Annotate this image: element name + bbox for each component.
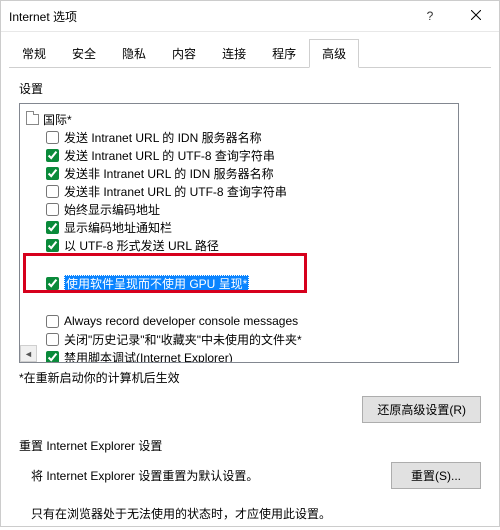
option-label: 以 UTF-8 形式发送 URL 路径 [64,237,219,254]
option-utf8-intranet[interactable]: 发送 Intranet URL 的 UTF-8 查询字符串 [44,146,456,164]
option-label: 关闭"历史记录"和"收藏夹"中未使用的文件夹* [64,331,302,348]
help-icon: ? [427,9,434,23]
option-idn-intranet[interactable]: 发送 Intranet URL 的 IDN 服务器名称 [44,128,456,146]
reset-button[interactable]: 重置(S)... [391,462,481,489]
reset-section: 重置 Internet Explorer 设置 将 Internet Explo… [19,437,481,522]
tab-content[interactable]: 内容 [159,39,209,68]
reset-warning: 只有在浏览器处于无法使用的状态时，才应使用此设置。 [19,505,481,522]
option-disable-script-debug[interactable]: 禁用脚本调试(Internet Explorer) [44,348,456,363]
group-label: 国际* [43,111,72,128]
settings-label: 设置 [19,80,481,97]
tab-privacy[interactable]: 隐私 [109,39,159,68]
option-label: 发送非 Intranet URL 的 UTF-8 查询字符串 [64,183,287,200]
folder-icon [26,114,39,125]
close-button[interactable] [453,1,499,31]
reset-desc: 将 Internet Explorer 设置重置为默认设置。 [19,467,381,484]
checkbox[interactable] [46,185,59,198]
option-always-encoded[interactable]: 始终显示编码地址 [44,200,456,218]
help-button[interactable]: ? [407,1,453,31]
tab-strip: 常规 安全 隐私 内容 连接 程序 高级 [9,38,491,68]
checkbox[interactable] [46,239,59,252]
option-label: 发送 Intranet URL 的 UTF-8 查询字符串 [64,147,275,164]
tab-security[interactable]: 安全 [59,39,109,68]
mask [24,254,324,272]
checkbox[interactable] [46,221,59,234]
reset-heading: 重置 Internet Explorer 设置 [19,437,481,454]
tab-advanced[interactable]: 高级 [309,39,359,68]
checkbox[interactable] [46,277,59,290]
mask [24,290,324,308]
option-label: 发送非 Intranet URL 的 IDN 服务器名称 [64,165,274,182]
option-utf8-noni[interactable]: 发送非 Intranet URL 的 UTF-8 查询字符串 [44,182,456,200]
option-utf8-path[interactable]: 以 UTF-8 形式发送 URL 路径 [44,236,456,254]
restore-defaults-button[interactable]: 还原高级设置(R) [362,396,481,423]
option-label: 发送 Intranet URL 的 IDN 服务器名称 [64,129,262,146]
tab-programs[interactable]: 程序 [259,39,309,68]
close-icon [471,9,481,23]
option-label: 显示编码地址通知栏 [64,219,172,236]
checkbox[interactable] [46,333,59,346]
option-label: 始终显示编码地址 [64,201,160,218]
dialog-window: Internet 选项 ? 常规 安全 隐私 内容 连接 程序 高级 设置 国际… [0,0,500,527]
content-area: 设置 国际* 发送 Intranet URL 的 IDN 服务器名称 发送 In… [1,68,499,530]
option-close-unused-folders[interactable]: 关闭"历史记录"和"收藏夹"中未使用的文件夹* [44,330,456,348]
titlebar: Internet 选项 ? [1,1,499,32]
option-encoded-bar[interactable]: 显示编码地址通知栏 [44,218,456,236]
option-label: Always record developer console messages [64,314,298,328]
tab-general[interactable]: 常规 [9,39,59,68]
checkbox[interactable] [46,351,59,364]
restart-note: *在重新启动你的计算机后生效 [19,369,481,386]
option-label: 禁用脚本调试(Internet Explorer) [64,349,233,364]
checkbox[interactable] [46,167,59,180]
option-label: 使用软件呈现而不使用 GPU 呈现* [64,275,249,292]
scroll-left-button[interactable]: ◄ [20,345,37,362]
group-international: 国际* 发送 Intranet URL 的 IDN 服务器名称 发送 Intra… [26,110,456,254]
checkbox[interactable] [46,203,59,216]
window-title: Internet 选项 [9,8,407,25]
option-console-msgs[interactable]: Always record developer console messages [44,312,456,330]
option-idn-noni[interactable]: 发送非 Intranet URL 的 IDN 服务器名称 [44,164,456,182]
settings-tree[interactable]: 国际* 发送 Intranet URL 的 IDN 服务器名称 发送 Intra… [19,103,459,363]
checkbox[interactable] [46,315,59,328]
tab-connections[interactable]: 连接 [209,39,259,68]
